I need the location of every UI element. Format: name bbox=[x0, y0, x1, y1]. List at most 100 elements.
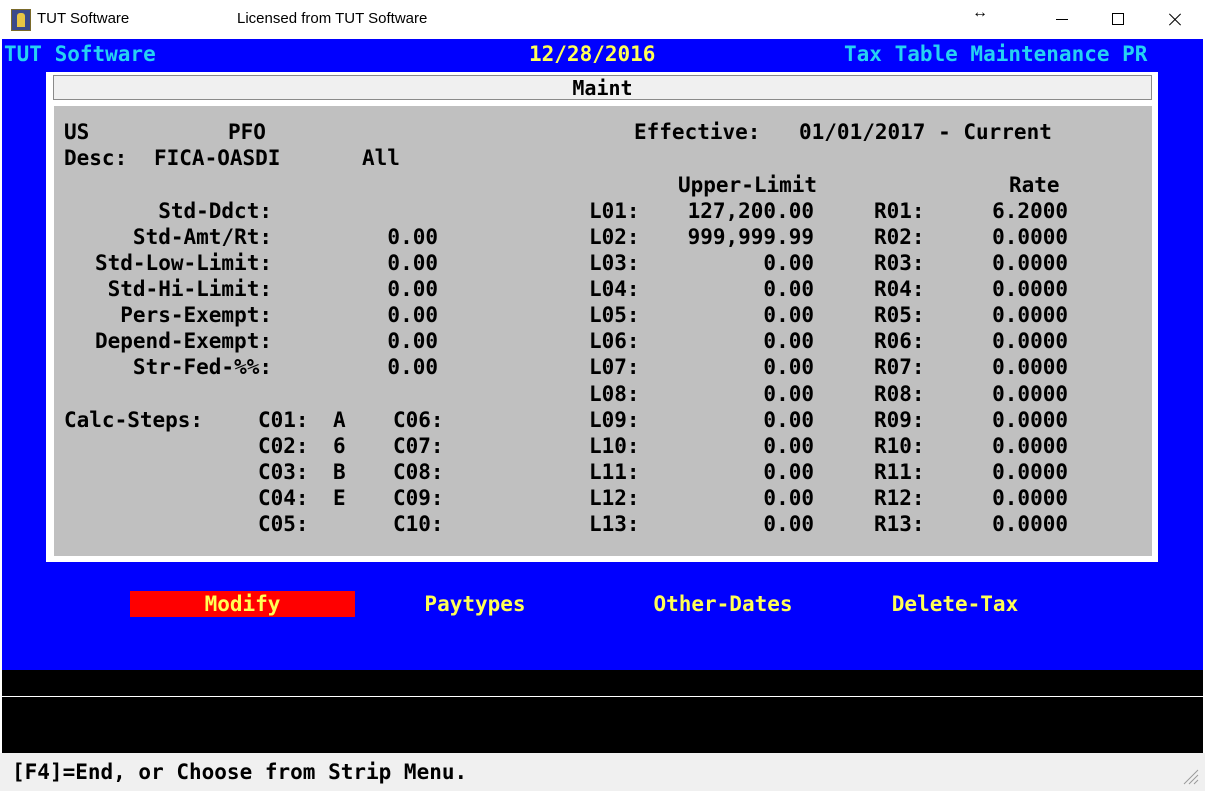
rate-field[interactable]: 0.0000 bbox=[992, 354, 1068, 380]
resize-arrows-icon: ↔ bbox=[972, 4, 988, 21]
rate-label: R13: bbox=[874, 512, 925, 536]
upper-limit-field[interactable]: 999,999.99 bbox=[688, 224, 814, 250]
effective-label: Effective: bbox=[634, 120, 761, 144]
limit-label: L11: bbox=[589, 460, 640, 484]
str-fed-pct-field[interactable]: 0.00 bbox=[387, 354, 438, 380]
std-low-limit-field[interactable]: 0.00 bbox=[387, 250, 438, 276]
upper-limit-field[interactable]: 0.00 bbox=[763, 381, 814, 407]
window-titlebar[interactable]: TUT Software Licensed from TUT Software … bbox=[0, 0, 1205, 39]
desc-field[interactable]: FICA-OASDI bbox=[154, 145, 280, 171]
rate-field[interactable]: 0.0000 bbox=[992, 224, 1068, 250]
depend-exempt-field[interactable]: 0.00 bbox=[387, 328, 438, 354]
header-app-name: TUT Software bbox=[4, 42, 156, 66]
menu-other-dates[interactable]: Other-Dates bbox=[639, 591, 807, 617]
rate-field[interactable]: 0.0000 bbox=[992, 328, 1068, 354]
upper-limit-field[interactable]: 0.00 bbox=[763, 485, 814, 511]
close-button[interactable] bbox=[1146, 0, 1202, 39]
limit-label: L07: bbox=[589, 355, 640, 379]
calc-step-field[interactable]: B bbox=[333, 459, 346, 485]
limit-label: L03: bbox=[589, 251, 640, 275]
minimize-button[interactable] bbox=[1034, 0, 1090, 39]
upper-limit-field[interactable]: 0.00 bbox=[763, 407, 814, 433]
rate-label: R05: bbox=[874, 303, 925, 327]
license-text: Licensed from TUT Software bbox=[237, 10, 428, 27]
terminal-screen: TUT Software 12/28/2016 Tax Table Mainte… bbox=[2, 39, 1203, 670]
calc-step-label: C02: bbox=[258, 434, 309, 458]
rate-field[interactable]: 0.0000 bbox=[992, 302, 1068, 328]
calc-step-field[interactable]: A bbox=[333, 407, 346, 433]
calc-step-label: C10: bbox=[393, 512, 444, 536]
upper-limit-header: Upper-Limit bbox=[678, 173, 818, 197]
rate-label: R12: bbox=[874, 486, 925, 510]
upper-limit-field[interactable]: 0.00 bbox=[763, 354, 814, 380]
upper-limit-field[interactable]: 0.00 bbox=[763, 250, 814, 276]
menu-delete-tax[interactable]: Delete-Tax bbox=[880, 591, 1030, 617]
resize-grip-icon[interactable] bbox=[1181, 767, 1199, 785]
menu-paytypes[interactable]: Paytypes bbox=[415, 591, 535, 617]
calc-step-field[interactable]: 6 bbox=[333, 433, 346, 459]
rate-label: R03: bbox=[874, 251, 925, 275]
rate-field[interactable]: 0.0000 bbox=[992, 407, 1068, 433]
desc-scope[interactable]: All bbox=[362, 145, 400, 171]
rate-field[interactable]: 6.2000 bbox=[992, 198, 1068, 224]
tax-code: PFO bbox=[228, 120, 266, 144]
rate-label: R01: bbox=[874, 199, 925, 223]
std-low-limit-label: Std-Low-Limit: bbox=[94, 251, 272, 275]
rate-label: R11: bbox=[874, 460, 925, 484]
upper-limit-field[interactable]: 0.00 bbox=[763, 276, 814, 302]
calc-step-label: C09: bbox=[393, 486, 444, 510]
limit-label: L10: bbox=[589, 434, 640, 458]
rate-field[interactable]: 0.0000 bbox=[992, 381, 1068, 407]
rate-field[interactable]: 0.0000 bbox=[992, 485, 1068, 511]
rate-label: R08: bbox=[874, 382, 925, 406]
upper-limit-field[interactable]: 0.00 bbox=[763, 459, 814, 485]
terminal-message-line bbox=[2, 670, 1203, 696]
limit-label: L01: bbox=[589, 199, 640, 223]
rate-field[interactable]: 0.0000 bbox=[992, 276, 1068, 302]
upper-limit-field[interactable]: 127,200.00 bbox=[688, 198, 814, 224]
terminal-input-area bbox=[2, 697, 1203, 753]
calc-step-field[interactable]: E bbox=[333, 485, 346, 511]
std-ddct-label: Std-Ddct: bbox=[158, 199, 272, 223]
calc-steps-label: Calc-Steps: bbox=[64, 408, 204, 432]
calc-step-label: C04: bbox=[258, 486, 309, 510]
rate-header: Rate bbox=[1009, 173, 1060, 197]
std-hi-limit-field[interactable]: 0.00 bbox=[387, 276, 438, 302]
minimize-icon bbox=[1056, 19, 1068, 20]
upper-limit-field[interactable]: 0.00 bbox=[763, 328, 814, 354]
rate-label: R02: bbox=[874, 225, 925, 249]
panel-body: US PFO Effective: 01/01/2017 - Current D… bbox=[54, 106, 1152, 556]
app-logo-icon bbox=[11, 9, 31, 31]
panel-titlebar: Maint bbox=[53, 75, 1152, 100]
limit-label: L08: bbox=[589, 382, 640, 406]
panel-title: Maint bbox=[572, 76, 633, 100]
maximize-button[interactable] bbox=[1090, 0, 1146, 39]
limit-label: L04: bbox=[589, 277, 640, 301]
country-code: US bbox=[64, 120, 90, 144]
upper-limit-field[interactable]: 0.00 bbox=[763, 302, 814, 328]
rate-field[interactable]: 0.0000 bbox=[992, 511, 1068, 537]
std-amt-rt-field[interactable]: 0.00 bbox=[387, 224, 438, 250]
maximize-icon bbox=[1112, 13, 1124, 25]
rate-label: R06: bbox=[874, 329, 925, 353]
desc-label: Desc: bbox=[64, 146, 128, 170]
strip-menu: Modify Paytypes Other-Dates Delete-Tax bbox=[2, 587, 1203, 619]
menu-modify[interactable]: Modify bbox=[130, 591, 355, 617]
rate-field[interactable]: 0.0000 bbox=[992, 459, 1068, 485]
rate-field[interactable]: 0.0000 bbox=[992, 250, 1068, 276]
limit-label: L12: bbox=[589, 486, 640, 510]
upper-limit-field[interactable]: 0.00 bbox=[763, 433, 814, 459]
rate-field[interactable]: 0.0000 bbox=[992, 433, 1068, 459]
depend-exempt-label: Depend-Exempt: bbox=[94, 329, 272, 353]
upper-limit-field[interactable]: 0.00 bbox=[763, 511, 814, 537]
calc-step-label: C08: bbox=[393, 460, 444, 484]
rate-label: R09: bbox=[874, 408, 925, 432]
limit-label: L06: bbox=[589, 329, 640, 353]
pers-exempt-field[interactable]: 0.00 bbox=[387, 302, 438, 328]
std-amt-rt-label: Std-Amt/Rt: bbox=[132, 225, 272, 249]
calc-step-label: C03: bbox=[258, 460, 309, 484]
effective-range[interactable]: 01/01/2017 - Current bbox=[799, 119, 1052, 145]
limit-label: L09: bbox=[589, 408, 640, 432]
status-message: [F4]=End, or Choose from Strip Menu. bbox=[12, 760, 468, 784]
std-hi-limit-label: Std-Hi-Limit: bbox=[107, 277, 272, 301]
